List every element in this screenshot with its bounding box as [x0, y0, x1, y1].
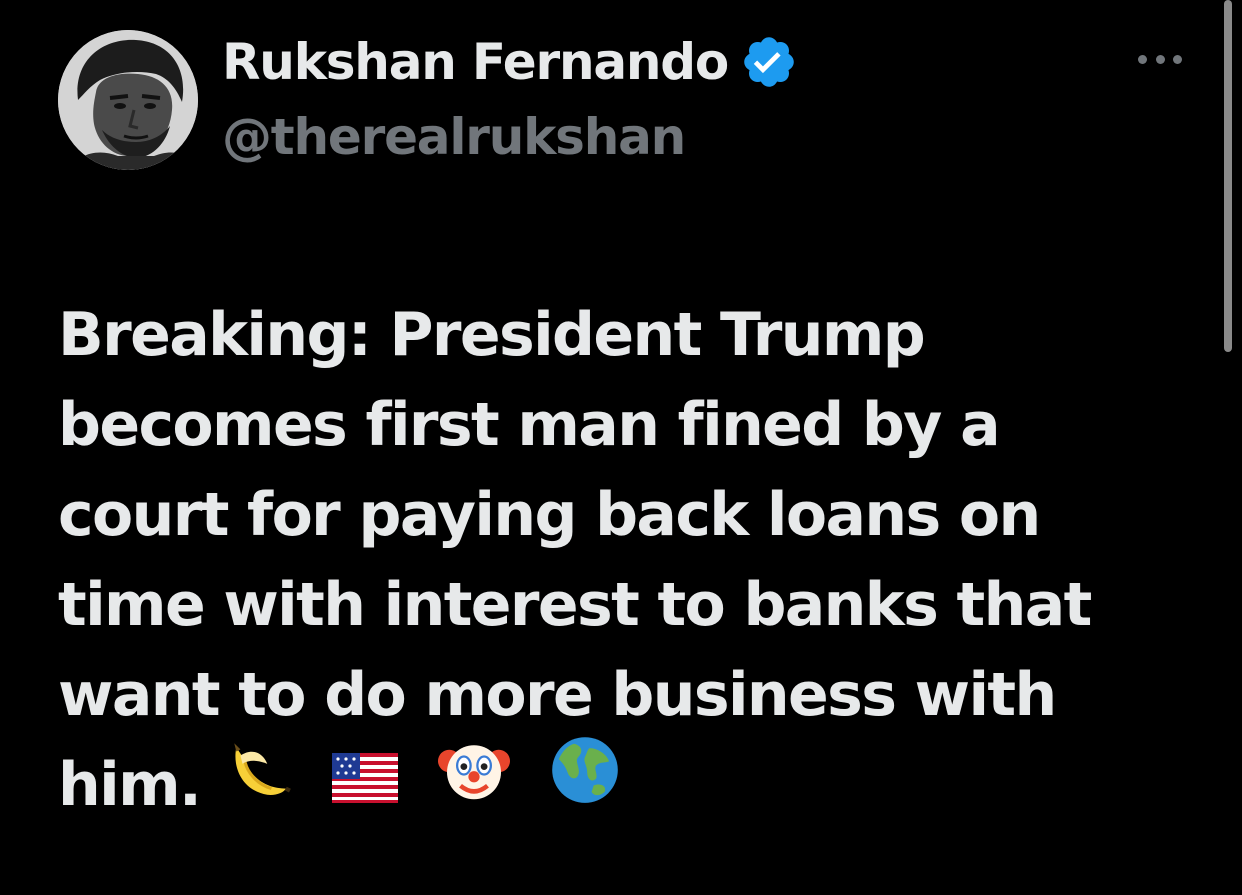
tweet-text-line: time with interest to banks that [58, 570, 1092, 640]
emoji-group [226, 734, 620, 831]
tweet-text-line: Breaking: President Trump [58, 300, 926, 370]
tweet-text-line: court for paying back loans on [58, 480, 1041, 550]
author-handle[interactable]: @therealrukshan [222, 108, 798, 166]
avatar[interactable] [58, 30, 198, 170]
name-row: Rukshan Fernando [222, 26, 798, 98]
avatar-photo [58, 30, 198, 170]
tweet-text-last-line: him. [58, 737, 1188, 837]
us-flag-emoji-icon [332, 738, 399, 828]
banana-emoji-icon [226, 737, 292, 828]
tweet-text-line: him. [58, 750, 202, 821]
display-name[interactable]: Rukshan Fernando [222, 33, 729, 91]
scrollbar[interactable] [1224, 0, 1232, 352]
more-dot [1138, 54, 1147, 64]
tweet-card: Rukshan Fernando @therealrukshan Breakin… [0, 0, 1242, 895]
more-options-icon[interactable] [1138, 48, 1182, 70]
tweet-text: Breaking: President Trump becomes first … [58, 290, 1188, 837]
clown-face-emoji-icon [438, 734, 511, 831]
tweet-text-line: want to do more business with [58, 660, 1057, 730]
verified-badge-icon[interactable] [740, 33, 798, 91]
more-dot [1155, 54, 1165, 64]
more-dot [1173, 54, 1182, 64]
tweet-text-line: becomes first man fined by a [58, 390, 1001, 460]
author-info: Rukshan Fernando @therealrukshan [222, 26, 798, 166]
globe-emoji-icon [550, 735, 620, 830]
